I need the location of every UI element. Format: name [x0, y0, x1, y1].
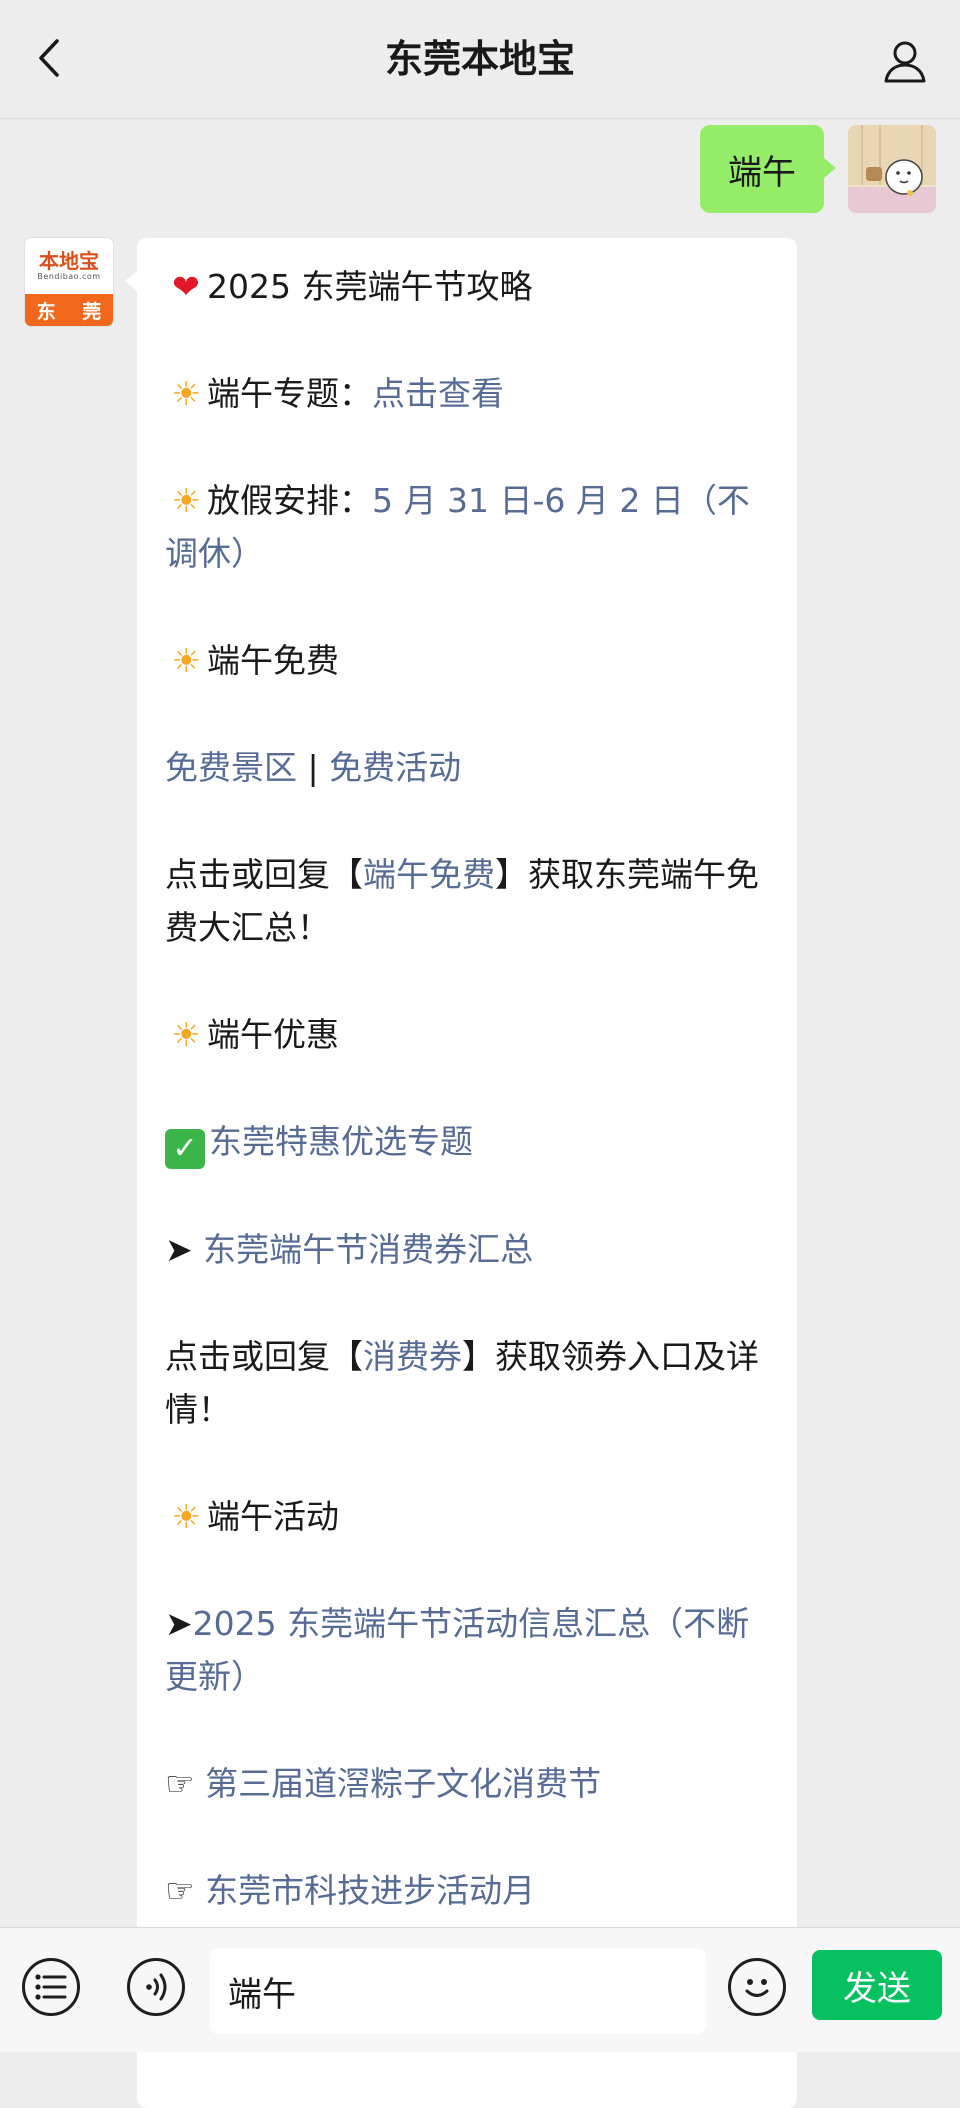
free-links-line: 免费景区 | 免费活动	[165, 741, 769, 794]
official-account-avatar[interactable]: 本地宝 Bendibao.com 东 莞	[25, 238, 113, 326]
user-avatar[interactable]	[848, 125, 936, 213]
tech-month-link[interactable]: 东莞市科技进步活动月	[205, 1871, 535, 1910]
profile-button[interactable]	[880, 36, 930, 86]
topic-link[interactable]: 点击查看	[372, 374, 504, 413]
pointing-hand-icon: ☞	[165, 1871, 195, 1910]
brand-logo: 本地宝 Bendibao.com	[25, 238, 113, 294]
coupon-reply-link[interactable]: 消费券	[363, 1337, 462, 1376]
free-heading: 端午免费	[207, 641, 339, 680]
discount-heading-line: ☀ 端午优惠	[165, 1008, 769, 1061]
incoming-bubble: ❤ 2025 东莞端午节攻略 ☀ 端午专题：点击查看 ☀ 放假安排：5 月 31 日-…	[125, 238, 797, 2108]
free-reply-pre: 点击或回复【	[165, 855, 363, 894]
tech-month-line: ☞ 东莞市科技进步活动月	[165, 1864, 769, 1917]
topic-line: ☀ 端午专题：点击查看	[165, 367, 769, 420]
voice-icon	[146, 1973, 167, 2001]
free-heading-line: ☀ 端午免费	[165, 634, 769, 687]
pointing-hand-icon: ☞	[165, 1764, 195, 1803]
topic-label: 端午专题：	[207, 374, 372, 413]
discount-heading: 端午优惠	[207, 1015, 339, 1054]
outgoing-message: 端午	[700, 125, 936, 213]
free-scenic-link[interactable]: 免费景区	[165, 748, 297, 787]
sun-icon: ☀	[171, 1015, 201, 1054]
menu-list-icon	[35, 1974, 67, 2000]
heart-icon: ❤	[172, 267, 200, 306]
outgoing-bubble[interactable]: 端午	[700, 125, 836, 213]
activity-summary-line: ➤2025 东莞端午节活动信息汇总（不断更新）	[165, 1597, 769, 1703]
sun-icon: ☀	[171, 481, 201, 520]
arrow-icon: ➤	[165, 1604, 193, 1643]
emoji-button[interactable]	[728, 1958, 786, 2016]
holiday-label: 放假安排：	[207, 481, 372, 520]
free-activity-link[interactable]: 免费活动	[329, 748, 461, 787]
free-reply-link[interactable]: 端午免费	[363, 855, 495, 894]
profile-icon	[884, 41, 926, 83]
avatar-image	[848, 125, 936, 213]
menu-button[interactable]	[22, 1958, 80, 2016]
arrow-icon: ➤	[165, 1230, 193, 1269]
activity-heading-line: ☀ 端午活动	[165, 1490, 769, 1543]
voice-button[interactable]	[127, 1958, 185, 2016]
festival-link[interactable]: 第三届道滘粽子文化消费节	[205, 1764, 601, 1803]
message-title-line: ❤ 2025 东莞端午节攻略	[165, 260, 769, 313]
check-icon: ✓	[165, 1129, 205, 1169]
sun-icon: ☀	[171, 1497, 201, 1536]
outgoing-text: 端午	[728, 152, 796, 193]
input-bar: 发送	[0, 1927, 960, 2052]
free-reply-line: 点击或回复【端午免费】获取东莞端午免费大汇总！	[165, 848, 769, 954]
coupon-line: ➤ 东莞端午节消费券汇总	[165, 1223, 769, 1276]
discount-topic-link[interactable]: 东莞特惠优选专题	[209, 1122, 473, 1161]
brand-city: 东 莞	[25, 294, 113, 326]
sun-icon: ☀	[171, 374, 201, 413]
festival-line: ☞ 第三届道滘粽子文化消费节	[165, 1757, 769, 1810]
activity-summary-link[interactable]: 2025 东莞端午节活动信息汇总（不断更新）	[165, 1604, 749, 1696]
discount-topic-line: ✓ 东莞特惠优选专题	[165, 1115, 769, 1169]
brand-logo-sub: Bendibao.com	[37, 272, 101, 281]
activity-heading: 端午活动	[207, 1497, 339, 1536]
send-button[interactable]: 发送	[812, 1950, 942, 2020]
top-bar: 东莞本地宝	[0, 0, 960, 119]
coupon-reply-line: 点击或回复【消费券】获取领券入口及详情！	[165, 1330, 769, 1436]
coupon-link[interactable]: 东莞端午节消费券汇总	[203, 1230, 533, 1269]
free-separator: |	[297, 748, 330, 787]
message-title: 2025 东莞端午节攻略	[207, 267, 533, 306]
message-input[interactable]	[210, 1948, 706, 2034]
coupon-reply-pre: 点击或回复【	[165, 1337, 363, 1376]
chat-title: 东莞本地宝	[384, 37, 575, 81]
brand-logo-text: 本地宝	[39, 249, 99, 273]
sun-icon: ☀	[171, 641, 201, 680]
emoji-icon	[745, 1979, 769, 1997]
holiday-line: ☀ 放假安排：5 月 31 日-6 月 2 日（不调休）	[165, 474, 769, 580]
